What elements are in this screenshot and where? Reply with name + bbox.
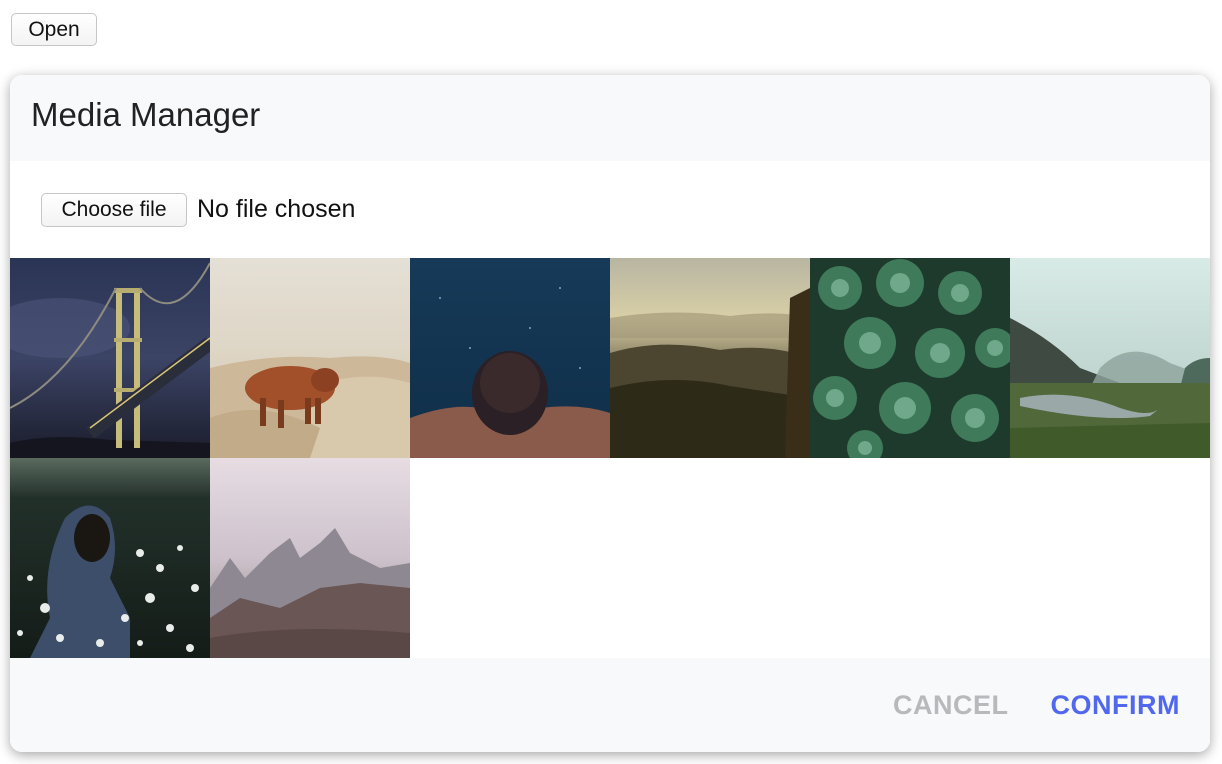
media-thumbnail-forest[interactable] bbox=[610, 258, 810, 458]
file-status-text: No file chosen bbox=[197, 195, 356, 223]
media-manager-dialog: Media Manager Choose file No file chosen bbox=[10, 75, 1210, 752]
open-button[interactable]: Open bbox=[11, 13, 97, 46]
media-thumbnail-bridge[interactable] bbox=[10, 258, 210, 458]
dialog-footer: CANCEL CONFIRM bbox=[10, 658, 1210, 752]
choose-file-button[interactable]: Choose file bbox=[41, 192, 187, 227]
media-thumbnail-cow[interactable] bbox=[210, 258, 410, 458]
dialog-header: Media Manager bbox=[10, 75, 1210, 161]
media-thumbnail-river[interactable] bbox=[1010, 258, 1210, 458]
media-thumbnail-swimmer[interactable] bbox=[410, 258, 610, 458]
media-thumbnail-succulents[interactable] bbox=[810, 258, 1010, 458]
media-thumbnail-mountains[interactable] bbox=[210, 458, 410, 658]
cancel-button[interactable]: CANCEL bbox=[893, 690, 1009, 721]
dialog-title: Media Manager bbox=[31, 96, 261, 133]
confirm-button[interactable]: CONFIRM bbox=[1051, 690, 1180, 721]
media-thumbnail-hooded-person[interactable] bbox=[10, 458, 210, 658]
file-input-row: Choose file No file chosen bbox=[10, 161, 1210, 258]
media-grid bbox=[10, 258, 1210, 658]
